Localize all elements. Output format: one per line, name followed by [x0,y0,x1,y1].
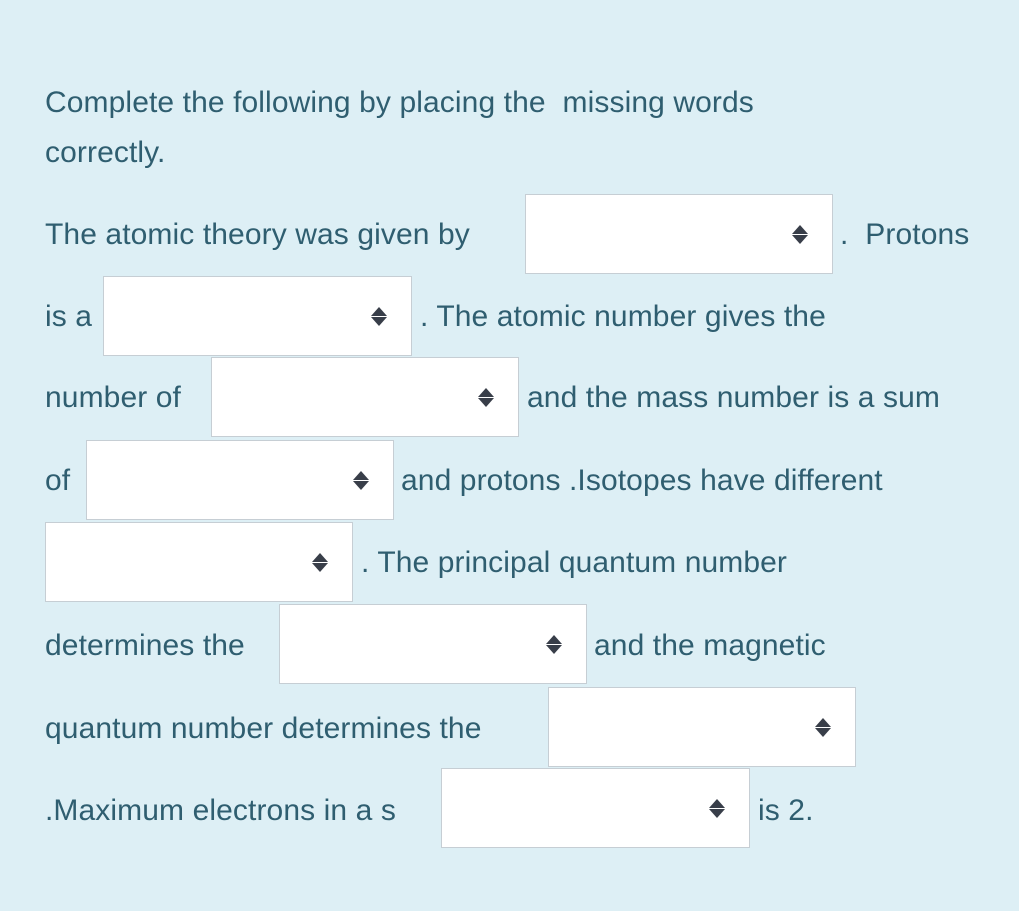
sentence-segment-11: and the magnetic [594,629,826,662]
dropdown-blank-6[interactable] [279,604,587,684]
prompt-line-2: correctly. [45,136,166,169]
dropdown-blank-4[interactable] [86,440,394,520]
sentence-segment-3: is a [45,300,93,333]
sentence-segment-7: of [45,464,71,497]
sentence-segment-5: number of [45,381,181,414]
updown-arrows-icon [478,384,494,410]
dropdown-blank-1[interactable] [525,194,833,274]
sentence-segment-10: determines the [45,629,245,662]
dropdown-blank-3[interactable] [211,357,519,437]
updown-arrows-icon [353,467,369,493]
question-panel: Complete the following by placing the mi… [0,0,1019,911]
sentence-segment-12: quantum number determines the [45,712,482,745]
sentence-segment-2: . Protons [840,218,970,251]
updown-arrows-icon [792,221,808,247]
sentence-segment-1: The atomic theory was given by [45,218,470,251]
sentence-segment-14: is 2. [758,794,814,827]
sentence-segment-4: . The atomic number gives the [420,300,826,333]
updown-arrows-icon [709,795,725,821]
dropdown-blank-7[interactable] [548,687,856,767]
updown-arrows-icon [815,714,831,740]
dropdown-blank-5[interactable] [45,522,353,602]
dropdown-blank-8[interactable] [441,768,750,848]
sentence-segment-13: .Maximum electrons in a s [45,794,396,827]
updown-arrows-icon [546,631,562,657]
prompt-line-1: Complete the following by placing the mi… [45,86,754,119]
sentence-segment-9: . The principal quantum number [361,546,788,579]
sentence-segment-8: and protons .Isotopes have different [401,464,883,497]
sentence-segment-6: and the mass number is a sum [527,381,940,414]
dropdown-blank-2[interactable] [103,276,412,356]
updown-arrows-icon [312,549,328,575]
updown-arrows-icon [371,303,387,329]
